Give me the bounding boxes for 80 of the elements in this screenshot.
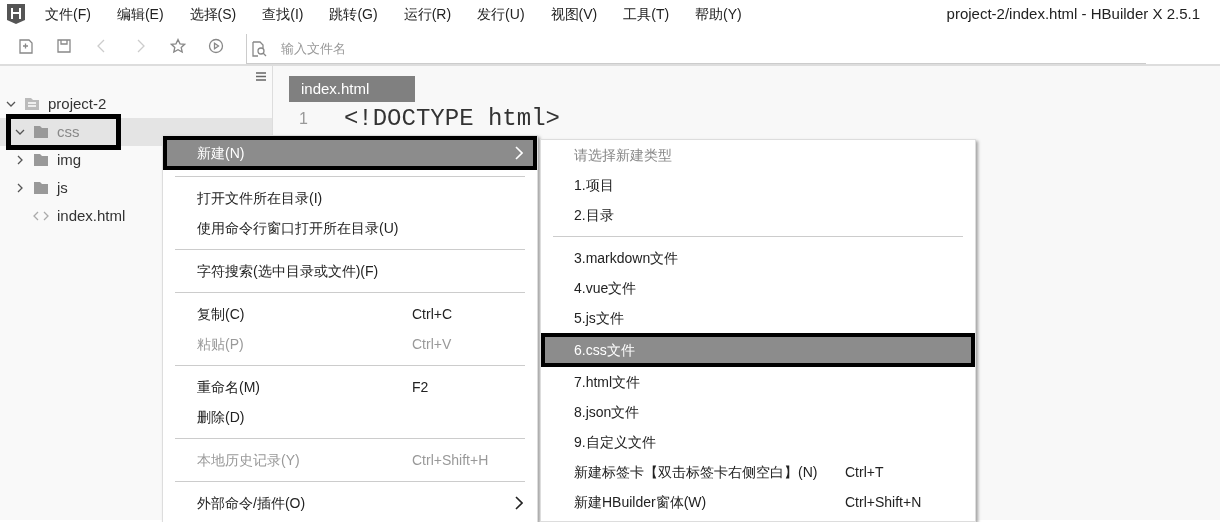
menu-label: 2.目录 bbox=[574, 205, 614, 225]
menu-label: 4.vue文件 bbox=[574, 278, 637, 298]
menu-item[interactable]: 7.html文件 bbox=[541, 367, 975, 397]
menu-item[interactable]: 编辑(E) bbox=[113, 3, 167, 25]
folder-icon bbox=[33, 153, 49, 167]
tree-item[interactable]: project-2 bbox=[0, 90, 272, 118]
menu-label: 粘贴(P) bbox=[197, 334, 244, 354]
chevron-right-icon bbox=[515, 496, 523, 510]
shortcut-label: Ctrl+T bbox=[845, 462, 884, 482]
menu-item[interactable]: 新建HBuilder窗体(W) Ctrl+Shift+N bbox=[541, 487, 975, 517]
menu-item[interactable]: 跳转(G) bbox=[326, 3, 381, 25]
menu-header: 请选择新建类型 bbox=[573, 145, 673, 165]
project-icon bbox=[24, 97, 40, 111]
menu-label: 5.js文件 bbox=[574, 308, 624, 328]
chevron-right-icon bbox=[515, 146, 523, 160]
line-number: 1 bbox=[299, 109, 308, 129]
menu-item[interactable]: 外部命令/插件(O) bbox=[163, 488, 537, 518]
code-line: <!DOCTYPE html> bbox=[343, 106, 560, 132]
menu-item[interactable]: 工具(T) bbox=[620, 3, 673, 25]
tree-label: index.html bbox=[57, 205, 126, 226]
menu-label: 本地历史记录(Y) bbox=[197, 450, 300, 470]
menu-label: 删除(D) bbox=[197, 407, 245, 427]
tree-label: project-2 bbox=[48, 93, 107, 114]
folder-icon bbox=[33, 181, 49, 195]
menu-icon[interactable] bbox=[256, 72, 266, 81]
menu-item[interactable]: 8.json文件 bbox=[541, 397, 975, 427]
new-file-icon[interactable] bbox=[18, 38, 34, 54]
tree-label: js bbox=[57, 177, 68, 198]
shortcut-label: Ctrl+C bbox=[412, 304, 453, 324]
folder-icon bbox=[33, 125, 49, 139]
file-search-icon bbox=[251, 40, 267, 57]
logo-icon bbox=[6, 3, 26, 25]
menu-item[interactable]: 新建标签卡【双击标签卡右侧空白】(N) Ctrl+T bbox=[541, 457, 975, 487]
menu-item[interactable]: 查找(I) bbox=[259, 3, 307, 25]
menu-item[interactable]: 5.js文件 bbox=[541, 303, 975, 333]
menu-label: 1.项目 bbox=[574, 175, 614, 195]
menu-label: 6.css文件 bbox=[574, 340, 635, 360]
menu-item[interactable]: 文件(F) bbox=[42, 3, 94, 25]
menu-label: 复制(C) bbox=[197, 304, 245, 324]
shortcut-label: F2 bbox=[412, 377, 429, 397]
menu-item[interactable]: 重命名(M) F2 bbox=[163, 372, 537, 402]
menu-item[interactable]: 选择(S) bbox=[186, 3, 240, 25]
window-title: project-2/index.html - HBuilder X 2.5.1 bbox=[946, 3, 1200, 24]
menu-item[interactable]: 2.目录 bbox=[541, 200, 975, 230]
tree-label: img bbox=[57, 149, 82, 170]
menu-label: 使用命令行窗口打开所在目录(U) bbox=[197, 218, 399, 238]
menu-item[interactable]: 视图(V) bbox=[547, 3, 601, 25]
shortcut-label: Ctrl+V bbox=[412, 334, 452, 354]
search-field[interactable]: 输入文件名 bbox=[281, 38, 581, 59]
menu-label: 外部命令/插件(O) bbox=[197, 493, 306, 513]
menu-item[interactable]: 4.vue文件 bbox=[541, 273, 975, 303]
menu-item[interactable]: 1.项目 bbox=[541, 170, 975, 200]
menu-label: 7.html文件 bbox=[574, 372, 641, 392]
menu-item[interactable]: 字符搜索(选中目录或文件)(F) bbox=[163, 256, 537, 286]
menu-item[interactable]: 复制(C) Ctrl+C bbox=[163, 299, 537, 329]
menu-item[interactable]: 3.markdown文件 bbox=[541, 243, 975, 273]
menu-item[interactable]: 发行(U) bbox=[474, 3, 528, 25]
menu-label: 重命名(M) bbox=[197, 377, 260, 397]
menu-label: 新建HBuilder窗体(W) bbox=[574, 492, 707, 512]
menu-item[interactable]: 打开文件所在目录(I) bbox=[163, 183, 537, 213]
menu-label: 打开文件所在目录(I) bbox=[197, 188, 323, 208]
menu-label: 8.json文件 bbox=[574, 402, 640, 422]
menu-label: 9.自定义文件 bbox=[574, 432, 656, 452]
star-icon[interactable] bbox=[170, 38, 186, 54]
shortcut-label: Ctrl+Shift+H bbox=[412, 450, 489, 470]
menu-item[interactable]: 运行(R) bbox=[400, 3, 455, 25]
code-file-icon bbox=[33, 209, 49, 223]
menu-label: 字符搜索(选中目录或文件)(F) bbox=[197, 261, 379, 281]
shortcut-label: Ctrl+Shift+N bbox=[845, 492, 922, 512]
menu-item[interactable]: 9.自定义文件 bbox=[541, 427, 975, 457]
menu-label: 新建(N) bbox=[197, 143, 245, 163]
menu-item[interactable]: 删除(D) bbox=[163, 402, 537, 432]
menu-item[interactable]: 帮助(Y) bbox=[692, 3, 745, 25]
play-icon[interactable] bbox=[208, 38, 224, 54]
menu-item[interactable]: 使用命令行窗口打开所在目录(U) bbox=[163, 213, 537, 243]
menu-label: 3.markdown文件 bbox=[574, 248, 679, 268]
menu-label: 新建标签卡【双击标签卡右侧空白】(N) bbox=[574, 462, 818, 482]
save-icon[interactable] bbox=[56, 38, 72, 54]
tree-label: css bbox=[57, 121, 80, 142]
editor-tab[interactable]: index.html bbox=[289, 76, 415, 102]
